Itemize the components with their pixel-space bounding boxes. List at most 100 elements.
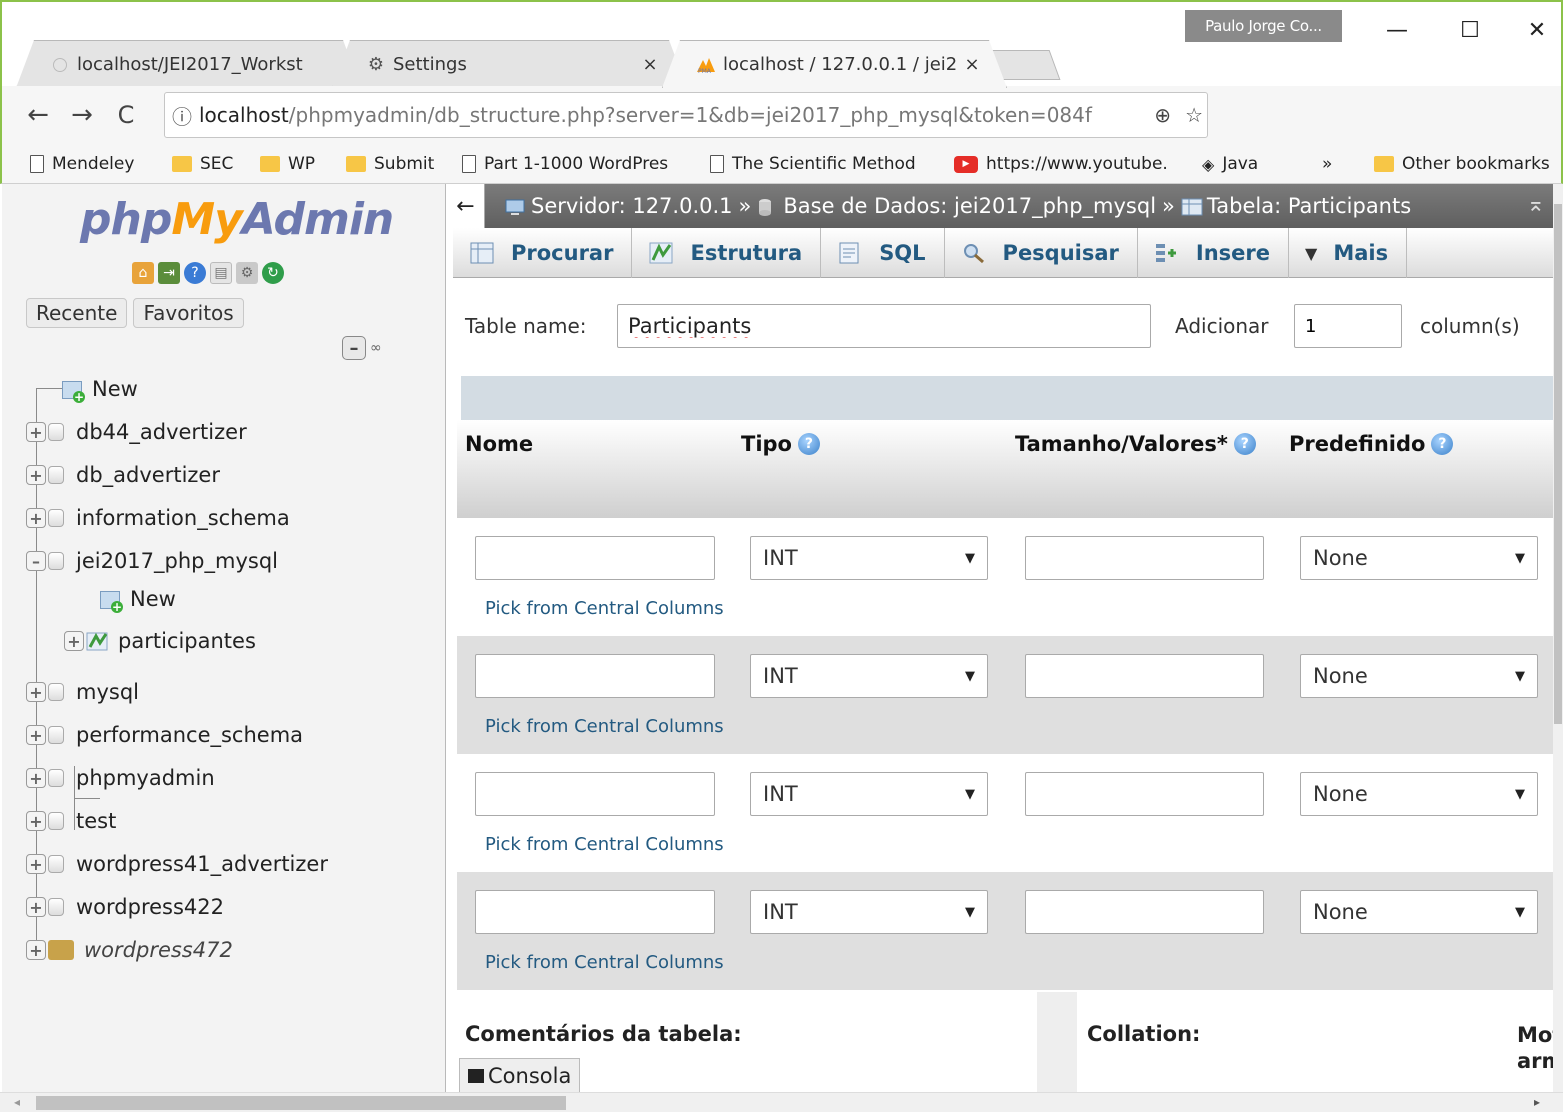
browser-tab-workshop[interactable]: localhost/JEI2017_Workst ×	[16, 40, 361, 88]
column-default-select[interactable]: None ▼	[1300, 890, 1538, 934]
bookmark-youtube[interactable]: ▶ https://www.youtube.	[954, 150, 1168, 178]
zoom-icon[interactable]: ⊕	[1154, 103, 1171, 127]
maximize-button[interactable]: ☐	[1440, 10, 1500, 50]
bookmark-sec[interactable]: SEC	[172, 150, 233, 178]
scroll-left-arrow-icon[interactable]: ◂	[14, 1095, 20, 1109]
tree-item-participantes[interactable]: + participantes	[64, 626, 256, 656]
browser-tab-phpmyadmin[interactable]: PMA localhost / 127.0.0.1 / jei2 ×	[662, 40, 1007, 88]
bookmark-star-icon[interactable]: ☆	[1185, 103, 1203, 127]
bookmark-other-bookmarks[interactable]: Other bookmarks	[1374, 150, 1550, 178]
settings-gear-icon[interactable]: ⚙	[236, 262, 258, 284]
column-default-select[interactable]: None ▼	[1300, 536, 1538, 580]
bookmark-part-1-1000-wordpress[interactable]: Part 1-1000 WordPres	[462, 150, 668, 178]
expand-icon[interactable]: +	[26, 854, 46, 874]
expand-icon[interactable]: +	[26, 465, 46, 485]
tab-mais[interactable]: ▼ Mais	[1289, 228, 1408, 278]
docs-icon[interactable]: ▤	[210, 262, 232, 284]
expand-icon[interactable]: +	[26, 508, 46, 528]
column-length-input[interactable]	[1025, 536, 1264, 580]
column-length-input[interactable]	[1025, 654, 1264, 698]
horizontal-scrollbar[interactable]: ◂ ▸	[0, 1092, 1563, 1112]
back-arrow-icon[interactable]: ←	[16, 93, 60, 137]
minimize-button[interactable]: —	[1367, 10, 1427, 50]
tree-item-performance-schema[interactable]: + performance_schema	[26, 720, 303, 750]
expand-icon[interactable]: +	[26, 897, 46, 917]
tab-procurar[interactable]: Procurar	[453, 228, 633, 278]
console-toggle-button[interactable]: Consola	[459, 1058, 581, 1092]
table-name-input[interactable]	[617, 304, 1151, 348]
bookmark-wp[interactable]: WP	[260, 150, 315, 178]
tab-estrutura[interactable]: Estrutura	[632, 228, 822, 278]
column-name-input[interactable]	[475, 536, 715, 580]
column-name-input[interactable]	[475, 772, 715, 816]
bookmark-scientific-method[interactable]: The Scientific Method	[710, 150, 916, 178]
expand-icon[interactable]: +	[64, 631, 84, 651]
expand-icon[interactable]: +	[26, 811, 46, 831]
scroll-top-chevron-icon[interactable]: ⌅	[1527, 192, 1545, 217]
refresh-icon[interactable]: ↻	[262, 262, 284, 284]
recent-tab-button[interactable]: Recente	[26, 298, 128, 328]
tree-item-db-advertizer[interactable]: + db_advertizer	[26, 460, 220, 490]
help-icon[interactable]: ?	[1233, 433, 1256, 455]
profile-button[interactable]: Paulo Jorge Co...	[1185, 10, 1342, 42]
column-length-input[interactable]	[1025, 890, 1264, 934]
expand-icon[interactable]: +	[26, 422, 46, 442]
favorites-tab-button[interactable]: Favoritos	[133, 298, 244, 328]
help-icon[interactable]: ?	[797, 433, 820, 455]
expand-icon[interactable]: +	[26, 768, 46, 788]
collapse-all-icon[interactable]: –	[342, 336, 366, 360]
address-bar[interactable]: ⓘ localhost/phpmyadmin/db_structure.php?…	[164, 92, 1208, 138]
help-icon[interactable]: ?	[1431, 433, 1454, 455]
collapse-navigation-arrow-icon[interactable]: ←	[447, 184, 485, 228]
close-window-button[interactable]: ✕	[1507, 10, 1563, 50]
pick-central-columns-link[interactable]: Pick from Central Columns	[485, 834, 724, 855]
tree-item-test[interactable]: + test	[26, 806, 116, 836]
bookmark-java[interactable]: ◈ Java	[1202, 150, 1258, 178]
browser-tab-settings[interactable]: ⚙ Settings ×	[332, 40, 687, 88]
help-icon[interactable]: ?	[184, 262, 206, 284]
bookmark-submit[interactable]: Submit	[346, 150, 434, 178]
pick-central-columns-link[interactable]: Pick from Central Columns	[485, 716, 724, 737]
add-columns-count-input[interactable]	[1294, 304, 1402, 348]
breadcrumb-database-link[interactable]: Base de Dados: jei2017_php_mysql	[783, 194, 1156, 218]
tree-item-db44-advertizer[interactable]: + db44_advertizer	[26, 417, 247, 447]
pick-central-columns-link[interactable]: Pick from Central Columns	[485, 952, 724, 973]
link-icon[interactable]: ∞	[370, 340, 382, 356]
tree-item-jei2017-php-mysql[interactable]: – jei2017_php_mysql	[26, 546, 278, 576]
tab-insere[interactable]: Insere	[1138, 228, 1289, 278]
column-type-select[interactable]: INT ▼	[750, 654, 988, 698]
tree-item-wordpress472[interactable]: + wordpress472	[26, 935, 233, 965]
tree-item-information-schema[interactable]: + information_schema	[26, 503, 290, 533]
pick-central-columns-link[interactable]: Pick from Central Columns	[485, 598, 724, 619]
breadcrumb-server-link[interactable]: Servidor: 127.0.0.1	[531, 194, 733, 218]
expand-icon[interactable]: +	[26, 725, 46, 745]
breadcrumb-table-link[interactable]: Tabela: Participants	[1207, 194, 1411, 218]
expand-icon[interactable]: +	[26, 940, 46, 960]
tree-item-wordpress41-advertizer[interactable]: + wordpress41_advertizer	[26, 849, 328, 879]
column-name-input[interactable]	[475, 654, 715, 698]
column-default-select[interactable]: None ▼	[1300, 772, 1538, 816]
phpmyadmin-logo[interactable]: phpMyAdmin	[80, 194, 394, 245]
tab-sql[interactable]: SQL	[821, 228, 945, 278]
tree-item-new-table[interactable]: New	[100, 584, 176, 614]
column-name-input[interactable]	[475, 890, 715, 934]
column-default-select[interactable]: None ▼	[1300, 654, 1538, 698]
reload-icon[interactable]: C	[104, 93, 148, 137]
tree-item-phpmyadmin[interactable]: + phpmyadmin	[26, 763, 215, 793]
bookmarks-overflow-chevron[interactable]: »	[1322, 150, 1332, 178]
close-tab-icon[interactable]: ×	[638, 54, 662, 75]
close-tab-icon[interactable]: ×	[960, 54, 984, 75]
tree-item-mysql[interactable]: + mysql	[26, 677, 139, 707]
column-length-input[interactable]	[1025, 772, 1264, 816]
info-icon[interactable]: ⓘ	[165, 101, 199, 130]
bookmark-mendeley[interactable]: Mendeley	[30, 150, 134, 178]
forward-arrow-icon[interactable]: →	[60, 93, 104, 137]
column-type-select[interactable]: INT ▼	[750, 890, 988, 934]
tree-item-new[interactable]: New	[62, 374, 138, 404]
column-type-select[interactable]: INT ▼	[750, 536, 988, 580]
collapse-icon[interactable]: –	[26, 551, 46, 571]
scroll-right-arrow-icon[interactable]: ▸	[1534, 1095, 1540, 1109]
logout-icon[interactable]: ⇥	[158, 262, 180, 284]
vertical-scrollbar[interactable]	[1553, 184, 1563, 1092]
expand-icon[interactable]: +	[26, 682, 46, 702]
